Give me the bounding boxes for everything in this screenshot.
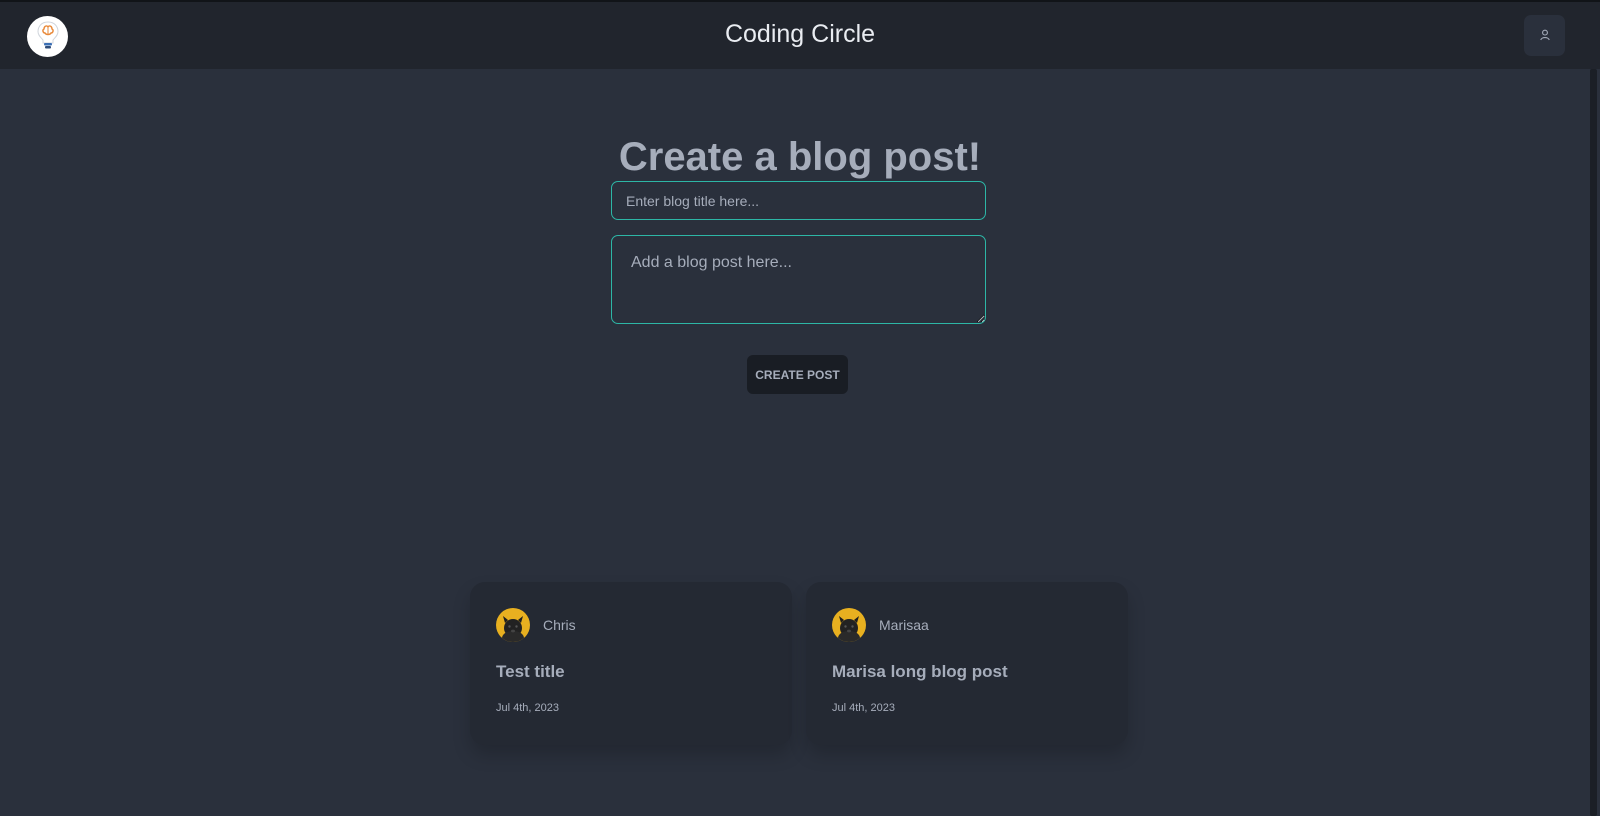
author-avatar [496, 608, 530, 642]
post-date: Jul 4th, 2023 [496, 702, 559, 714]
lightbulb-brain-icon [35, 20, 61, 54]
vertical-scrollbar[interactable] [1587, 69, 1600, 816]
blog-body-textarea[interactable] [611, 235, 986, 324]
author-avatar [832, 608, 866, 642]
user-icon [1539, 26, 1551, 45]
post-card[interactable]: Chris Test title Jul 4th, 2023 [470, 582, 792, 745]
blog-title-input[interactable] [611, 181, 986, 220]
post-author: Marisaa [879, 617, 929, 633]
post-author: Chris [543, 617, 576, 633]
navbar: Coding Circle [0, 2, 1600, 69]
scrollbar-thumb[interactable] [1590, 69, 1597, 816]
create-post-button[interactable]: CREATE POST [747, 355, 848, 394]
post-title[interactable]: Marisa long blog post [832, 662, 1008, 682]
dog-avatar-icon [832, 616, 866, 642]
post-card[interactable]: Marisaa Marisa long blog post Jul 4th, 2… [806, 582, 1128, 745]
app-root: Coding Circle Create a blog post! CREATE… [0, 0, 1600, 816]
user-menu-button[interactable] [1524, 15, 1565, 56]
logo-button[interactable] [27, 16, 68, 57]
page-heading: Create a blog post! [618, 134, 982, 179]
app-title: Coding Circle [724, 20, 876, 48]
post-title[interactable]: Test title [496, 662, 565, 682]
dog-avatar-icon [496, 616, 530, 642]
post-date: Jul 4th, 2023 [832, 702, 895, 714]
